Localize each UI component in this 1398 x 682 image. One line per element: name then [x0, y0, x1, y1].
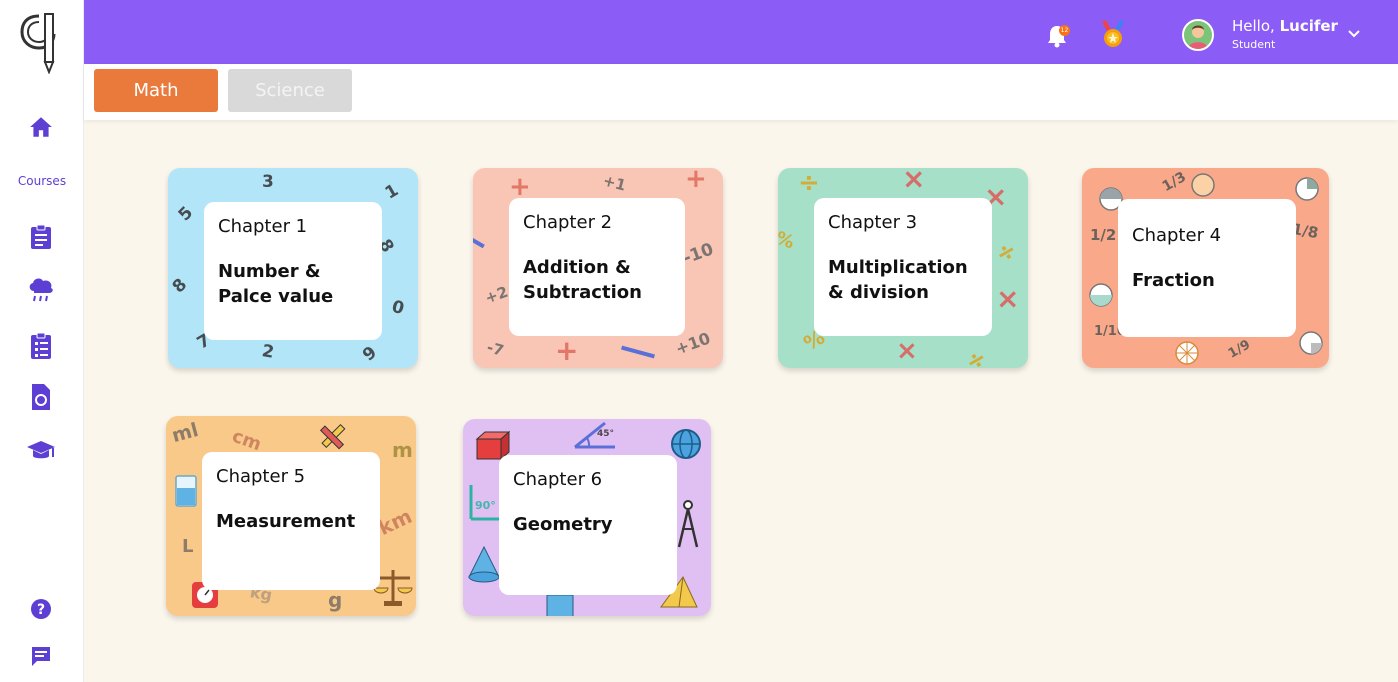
checklist-icon[interactable]	[26, 331, 56, 361]
fraction-decoration: 1/3	[1159, 168, 1189, 196]
number-decoration: 0	[389, 296, 407, 320]
cloud-rain-icon[interactable]	[26, 274, 56, 304]
number-decoration: 9	[358, 342, 381, 366]
unit-decoration: ml	[169, 418, 201, 448]
unit-decoration: L	[182, 536, 194, 557]
prism-icon	[546, 594, 574, 616]
chapter-number: Chapter 5	[216, 466, 306, 487]
user-name: Lucifer	[1279, 17, 1338, 35]
chapter-number: Chapter 1	[218, 216, 308, 237]
chat-icon[interactable]	[26, 641, 56, 671]
minus-decoration	[473, 235, 485, 249]
chapter-card-content: Chapter 3 Multiplication & division	[814, 198, 992, 336]
math-symbol-decoration: +	[685, 168, 707, 194]
math-symbol-decoration: ÷	[798, 168, 820, 198]
unit-decoration: km	[374, 503, 416, 541]
circle-icon	[1191, 173, 1215, 197]
home-icon[interactable]	[26, 112, 56, 142]
math-symbol-decoration: ×	[896, 336, 918, 366]
math-symbol-decoration: ÷	[960, 342, 992, 368]
chapter-card-4[interactable]: 1/3 1/2 1/8 1/10 1/9 Chapter 4 Fraction	[1082, 168, 1329, 368]
chapter-card-content: Chapter 6 Geometry	[499, 455, 677, 595]
user-role: Student	[1232, 38, 1276, 51]
math-symbol-decoration: +1	[601, 171, 628, 195]
chapter-number: Chapter 2	[523, 212, 613, 233]
unit-decoration: m	[392, 438, 413, 462]
chapter-card-6[interactable]: 45° 90° Chapter 6 Geometry	[463, 419, 711, 616]
graduation-cap-icon[interactable]	[26, 436, 56, 466]
angle-label: 45°	[597, 429, 615, 439]
chapter-number: Chapter 3	[828, 212, 918, 233]
math-symbol-decoration: ÷	[990, 234, 1022, 270]
courses-label[interactable]: Courses	[0, 174, 84, 188]
pencil-ruler-icon	[319, 423, 346, 450]
number-decoration: 2	[260, 341, 276, 363]
chapter-title: Fraction	[1132, 270, 1215, 291]
math-symbol-decoration: %	[778, 227, 798, 254]
unit-decoration: g	[328, 588, 343, 612]
cone-icon	[468, 545, 500, 583]
pie-fraction-icon	[1299, 331, 1323, 355]
chapter-title: Geometry	[513, 514, 613, 535]
chapter-card-1[interactable]: 3 1 5 8 0 8 7 2 9 Chapter 1 Number & Palc…	[168, 168, 418, 368]
chapter-card-content: Chapter 1 Number & Palce value	[204, 202, 382, 340]
chapter-card-content: Chapter 4 Fraction	[1118, 199, 1296, 337]
help-icon[interactable]: ?	[26, 594, 56, 624]
chapter-number: Chapter 6	[513, 469, 603, 490]
math-symbol-decoration: -10	[680, 239, 717, 269]
document-icon[interactable]	[26, 382, 56, 412]
svg-text:?: ?	[37, 602, 45, 618]
math-symbol-decoration: ×	[902, 168, 926, 195]
top-header: 12 Hello, Lucifer Student	[84, 0, 1398, 64]
chapter-title: Multiplication & division	[828, 257, 968, 303]
avatar[interactable]	[1182, 19, 1214, 51]
subject-tabs: Math Science	[84, 64, 1398, 120]
number-decoration: 1	[381, 180, 403, 204]
chapter-card-3[interactable]: ÷ × × % ÷ × % × ÷ Chapter 3 Multiplicati…	[778, 168, 1028, 368]
number-decoration: 8	[168, 274, 192, 298]
fraction-decoration: 1/2	[1090, 226, 1117, 244]
globe-icon	[671, 429, 701, 459]
assignment-icon[interactable]	[26, 222, 56, 252]
chapter-title: Measurement	[216, 511, 356, 532]
chapter-title: Addition & Subtraction	[523, 257, 642, 303]
unit-decoration: cm	[229, 425, 265, 456]
math-symbol-decoration: -7	[484, 338, 506, 360]
number-decoration: 3	[262, 172, 274, 192]
chevron-down-icon[interactable]	[1346, 25, 1362, 41]
app-logo[interactable]	[18, 10, 60, 74]
compass-icon	[677, 500, 699, 548]
minus-decoration	[621, 345, 655, 359]
fraction-decoration: 1/9	[1225, 337, 1254, 362]
chapter-card-2[interactable]: + +1 + -10 +2 -7 + +10 Chapter 2 Additio…	[473, 168, 723, 368]
notification-badge: 12	[1059, 25, 1070, 36]
tab-math[interactable]: Math	[94, 69, 218, 112]
chapter-title: Number & Palce value	[218, 261, 334, 307]
pie-fraction-icon	[1295, 177, 1319, 201]
chapter-card-5[interactable]: ml cm m km L kg g Chapter 5 Measurement	[166, 416, 416, 616]
math-symbol-decoration: +	[555, 334, 579, 367]
chapter-number: Chapter 4	[1132, 225, 1222, 246]
sidebar: Courses ?	[0, 0, 84, 682]
tab-science[interactable]: Science	[228, 69, 352, 112]
math-symbol-decoration: +2	[482, 282, 511, 308]
half-circle-icon	[1089, 283, 1113, 307]
math-symbol-decoration: ×	[996, 282, 1020, 315]
user-greeting: Hello, Lucifer	[1232, 17, 1338, 35]
medal-icon[interactable]	[1100, 20, 1126, 50]
angle-label: 90°	[475, 499, 496, 512]
number-decoration: 5	[174, 202, 198, 226]
chapter-card-content: Chapter 5 Measurement	[202, 452, 380, 590]
pie-fraction-icon	[1175, 341, 1199, 365]
beaker-icon	[175, 475, 197, 507]
chapter-card-content: Chapter 2 Addition & Subtraction	[509, 198, 685, 336]
